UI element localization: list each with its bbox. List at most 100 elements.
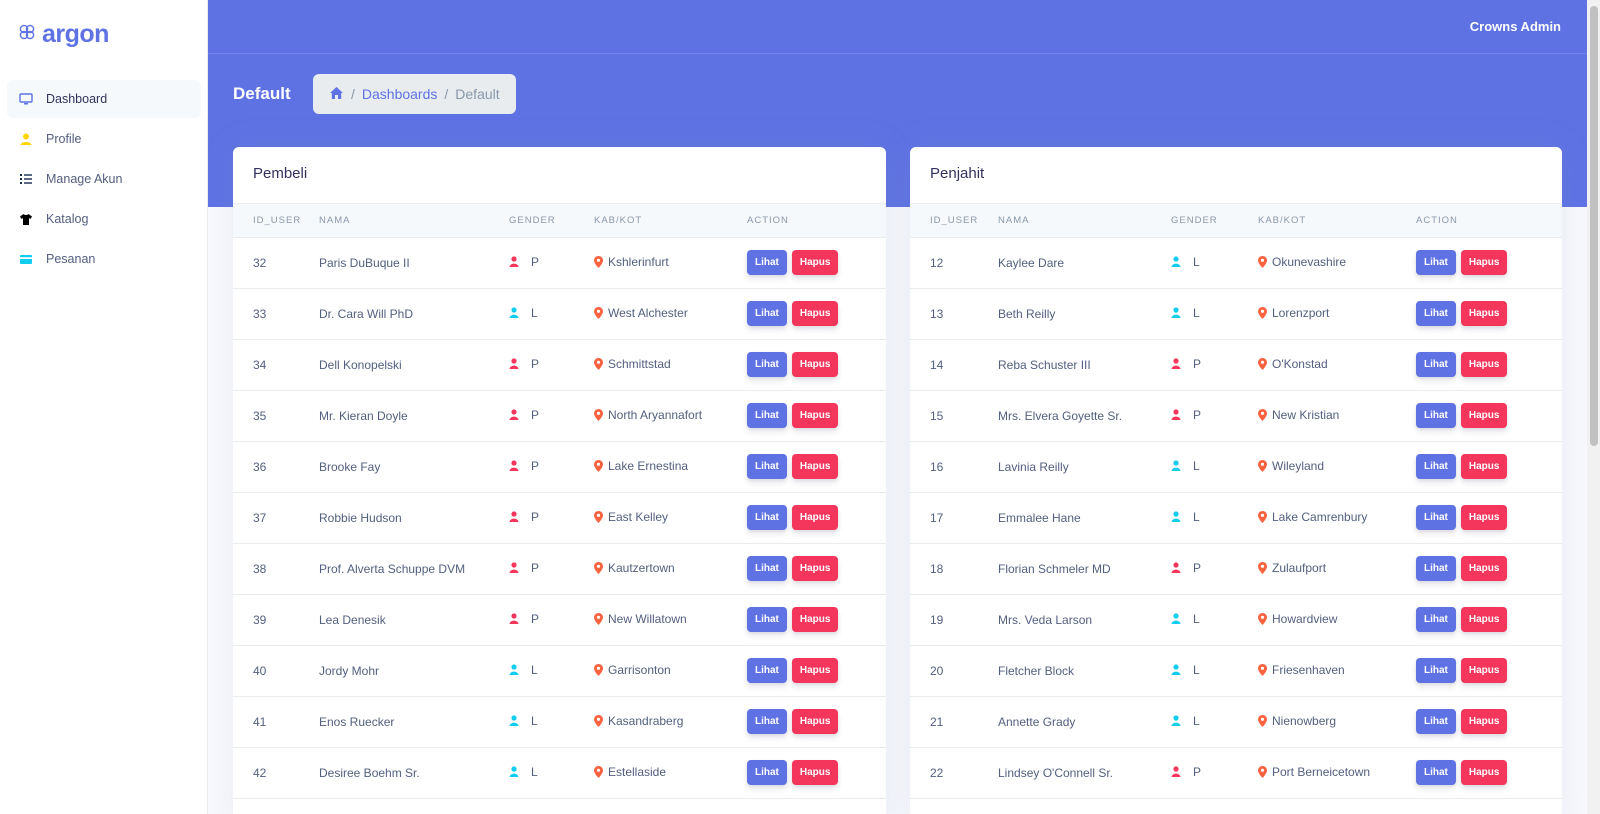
cell-name: Desiree Boehm Sr. <box>319 747 509 799</box>
lihat-button[interactable]: Lihat <box>747 658 787 683</box>
hapus-button[interactable]: Hapus <box>1460 454 1508 479</box>
hapus-button[interactable]: Hapus <box>791 760 839 785</box>
sidebar-item-katalog[interactable]: Katalog <box>7 200 201 238</box>
scrollbar-thumb[interactable] <box>1590 6 1598 446</box>
hapus-button[interactable]: Hapus <box>791 505 839 530</box>
cell-id: 13 <box>910 288 998 340</box>
column-header-id: ID_USER <box>233 204 319 238</box>
lihat-button[interactable]: Lihat <box>747 250 787 275</box>
gender-value: L <box>1193 611 1200 626</box>
user-icon <box>19 132 33 146</box>
lihat-button[interactable]: Lihat <box>747 556 787 581</box>
sidebar-item-label: Katalog <box>46 212 89 226</box>
cell-city: Okunevashire <box>1258 237 1416 289</box>
gender-user-icon <box>1171 256 1181 268</box>
cell-id: 14 <box>910 339 998 391</box>
cell-action: Lihat Hapus <box>1416 594 1562 646</box>
cell-city: Port Berneicetown <box>1258 747 1416 799</box>
brand-logo[interactable]: argon <box>18 20 109 49</box>
sidebar-item-label: Profile <box>46 132 82 146</box>
gender-user-icon <box>509 460 519 472</box>
city-value: New Willatown <box>608 611 687 626</box>
lihat-button[interactable]: Lihat <box>1416 403 1456 428</box>
sidebar-item-label: Pesanan <box>46 252 96 266</box>
map-pin-icon <box>1258 663 1267 676</box>
hapus-button[interactable]: Hapus <box>791 454 839 479</box>
gender-user-icon <box>509 307 519 319</box>
cell-name: Robbie Hudson <box>319 492 509 544</box>
hapus-button[interactable]: Hapus <box>1460 658 1508 683</box>
tshirt-icon <box>19 212 33 226</box>
gender-user-icon <box>509 613 519 625</box>
hapus-button[interactable]: Hapus <box>1460 709 1508 734</box>
city-value: Schmittstad <box>608 356 671 371</box>
cell-action: Lihat Hapus <box>1416 696 1562 748</box>
hapus-button[interactable]: Hapus <box>791 556 839 581</box>
home-icon[interactable] <box>329 86 344 103</box>
sidebar-item-pesanan[interactable]: Pesanan <box>7 240 201 278</box>
gender-user-icon <box>1171 664 1181 676</box>
lihat-button[interactable]: Lihat <box>1416 454 1456 479</box>
hapus-button[interactable]: Hapus <box>1460 760 1508 785</box>
penjahit-card: Penjahit ID_USER NAMA GENDER KAB/KOT ACT… <box>910 147 1562 814</box>
cell-action: Lihat Hapus <box>1416 492 1562 544</box>
gender-user-icon <box>509 409 519 421</box>
hapus-button[interactable]: Hapus <box>791 301 839 326</box>
hapus-button[interactable]: Hapus <box>791 607 839 632</box>
hapus-button[interactable]: Hapus <box>791 658 839 683</box>
lihat-button[interactable]: Lihat <box>747 301 787 326</box>
table-row: 35 Mr. Kieran Doyle P North Aryannafort … <box>233 390 886 442</box>
hapus-button[interactable]: Hapus <box>1460 505 1508 530</box>
cell-name: Paris DuBuque II <box>319 237 509 289</box>
hapus-button[interactable]: Hapus <box>791 352 839 377</box>
lihat-button[interactable]: Lihat <box>1416 760 1456 785</box>
lihat-button[interactable]: Lihat <box>1416 505 1456 530</box>
hapus-button[interactable]: Hapus <box>1460 250 1508 275</box>
lihat-button[interactable]: Lihat <box>747 403 787 428</box>
hapus-button[interactable]: Hapus <box>791 709 839 734</box>
cell-name: Prof. Alverta Schuppe DVM <box>319 543 509 595</box>
cell-city: Friesenhaven <box>1258 645 1416 697</box>
hapus-button[interactable]: Hapus <box>1460 403 1508 428</box>
lihat-button[interactable]: Lihat <box>1416 301 1456 326</box>
hapus-button[interactable]: Hapus <box>1460 301 1508 326</box>
lihat-button[interactable]: Lihat <box>747 760 787 785</box>
cell-gender: L <box>509 747 594 799</box>
hapus-button[interactable]: Hapus <box>1460 352 1508 377</box>
pembeli-card: Pembeli ID_USER NAMA GENDER KAB/KOT ACTI… <box>233 147 886 814</box>
hapus-button[interactable]: Hapus <box>791 403 839 428</box>
cell-gender: L <box>509 645 594 697</box>
sidebar-item-manage-akun[interactable]: Manage Akun <box>7 160 201 198</box>
cell-gender: P <box>509 492 594 544</box>
lihat-button[interactable]: Lihat <box>1416 658 1456 683</box>
lihat-button[interactable]: Lihat <box>747 607 787 632</box>
sidebar-item-dashboard[interactable]: Dashboard <box>7 80 201 118</box>
hapus-button[interactable]: Hapus <box>1460 607 1508 632</box>
cell-id: 40 <box>233 645 319 697</box>
hapus-button[interactable]: Hapus <box>791 250 839 275</box>
lihat-button[interactable]: Lihat <box>1416 352 1456 377</box>
cell-action: Lihat Hapus <box>1416 543 1562 595</box>
column-header-action: ACTION <box>747 204 886 238</box>
hapus-button[interactable]: Hapus <box>1460 556 1508 581</box>
lihat-button[interactable]: Lihat <box>1416 556 1456 581</box>
cell-city: Lorenzport <box>1258 288 1416 340</box>
lihat-button[interactable]: Lihat <box>747 505 787 530</box>
sidebar-item-profile[interactable]: Profile <box>7 120 201 158</box>
lihat-button[interactable]: Lihat <box>1416 250 1456 275</box>
breadcrumb-link-dashboards[interactable]: Dashboards <box>362 86 438 102</box>
map-pin-icon <box>1258 408 1267 421</box>
gender-user-icon <box>1171 766 1181 778</box>
user-menu[interactable]: Crowns Admin <box>1470 19 1561 34</box>
cell-action: Lihat Hapus <box>1416 441 1562 493</box>
cell-id: 12 <box>910 237 998 289</box>
lihat-button[interactable]: Lihat <box>747 352 787 377</box>
gender-value: L <box>1193 662 1200 677</box>
lihat-button[interactable]: Lihat <box>747 709 787 734</box>
lihat-button[interactable]: Lihat <box>1416 709 1456 734</box>
page-scrollbar[interactable] <box>1587 0 1600 814</box>
lihat-button[interactable]: Lihat <box>1416 607 1456 632</box>
cell-gender: L <box>1171 441 1258 493</box>
lihat-button[interactable]: Lihat <box>747 454 787 479</box>
map-pin-icon <box>594 714 603 727</box>
